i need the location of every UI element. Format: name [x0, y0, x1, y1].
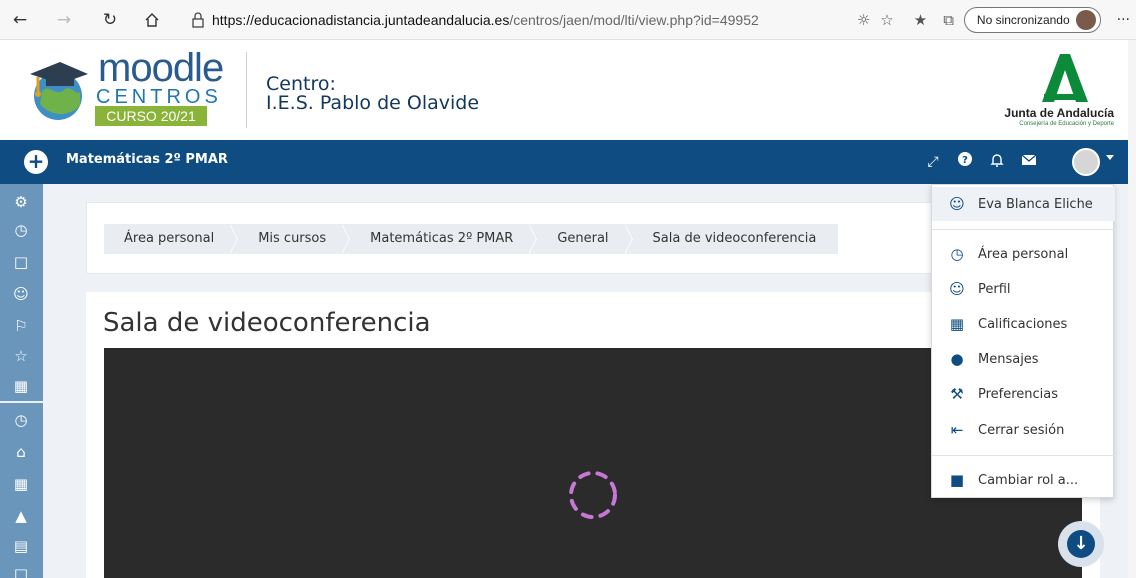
breadcrumb-separator	[623, 224, 633, 254]
wrench-icon: ⚒	[950, 385, 964, 403]
centro-label: Centro:	[266, 73, 336, 95]
sync-label: No sincronizando	[976, 13, 1070, 27]
folder-icon[interactable]: □	[10, 252, 32, 272]
menu-item-logout[interactable]: ⇤ Cerrar sesión	[932, 413, 1115, 447]
junta-subtitle: Consejería de Educación y Deporte	[1019, 121, 1114, 127]
files-icon[interactable]: ▤	[10, 536, 32, 556]
moodle-wordmark: moodle	[98, 46, 224, 90]
menu-divider	[932, 229, 1115, 230]
menu-item-dashboard[interactable]: ◷ Área personal	[932, 237, 1115, 271]
menu-item-label: Preferencias	[978, 386, 1059, 402]
tracking-icon[interactable]: ☼	[857, 11, 870, 29]
messages-icon[interactable]	[1018, 152, 1040, 172]
logout-icon: ⇤	[950, 421, 964, 439]
breadcrumb-separator	[229, 224, 239, 254]
folder-icon[interactable]: □	[10, 564, 32, 578]
left-drawer: ⚙ ◷ □ ☺ ⚐ ☆ ▦ ◷ ⌂ ▦ ▲ ▤ □	[0, 184, 43, 578]
expand-icon[interactable]: ⤢	[922, 152, 944, 172]
reload-icon[interactable]: ↻	[98, 8, 122, 32]
top-navbar: + Matemáticas 2º PMAR ⤢ ?	[0, 140, 1136, 184]
dashboard-icon[interactable]: ◷	[10, 410, 32, 430]
menu-item-label: Perfil	[978, 281, 1011, 297]
svg-text:?: ?	[962, 155, 968, 166]
breadcrumb-item[interactable]: General	[537, 224, 624, 254]
grades-icon: ▦	[949, 315, 965, 333]
navbar-course-title[interactable]: Matemáticas 2º PMAR	[66, 152, 228, 167]
url-path: /centros/jaen/mod/lti/view.php?id=49952	[509, 12, 759, 28]
lock-icon[interactable]	[186, 8, 210, 32]
breadcrumb-item[interactable]: Sala de videoconferencia	[633, 224, 839, 254]
arrow-down-icon: ↓	[1067, 530, 1095, 558]
junta-andalucia-logo-icon	[1042, 54, 1088, 102]
breadcrumb-item[interactable]: Mis cursos	[238, 224, 342, 254]
profile-sync-button[interactable]: No sincronizando	[963, 7, 1101, 33]
breadcrumb-separator	[341, 224, 351, 254]
user-menu-caret-icon[interactable]	[1106, 155, 1114, 160]
page-title: Sala de videoconferencia	[103, 308, 431, 338]
menu-divider	[932, 455, 1115, 456]
collections-icon[interactable]: ⧉	[943, 11, 954, 29]
menu-item-grades[interactable]: ▦ Calificaciones	[932, 307, 1115, 341]
scroll-down-button[interactable]: ↓	[1058, 521, 1104, 567]
browser-profile-avatar	[1075, 10, 1096, 30]
page-scrollbar[interactable]	[1128, 40, 1136, 578]
dashboard-icon: ◷	[950, 245, 964, 263]
home-icon[interactable]	[140, 8, 164, 32]
breadcrumb-item[interactable]: Matemáticas 2º PMAR	[350, 224, 529, 254]
menu-item-preferences[interactable]: ⚒ Preferencias	[932, 377, 1115, 411]
breadcrumb: Área personal Mis cursos Matemáticas 2º …	[104, 224, 839, 254]
favorite-add-icon[interactable]: ☆	[880, 11, 893, 29]
more-menu-icon[interactable]: ···	[1117, 12, 1130, 28]
course-year-badge: CURSO 20/21	[95, 106, 207, 126]
url-host: https://educacionadistancia.juntadeandal…	[212, 12, 510, 28]
header-divider	[246, 52, 247, 128]
participants-icon[interactable]: ☺	[10, 284, 32, 304]
junta-name: Junta de Andalucía	[1004, 106, 1114, 120]
favorites-icon[interactable]: ★	[914, 11, 927, 29]
moodle-logo-icon	[30, 62, 88, 120]
menu-item-label: Cerrar sesión	[978, 422, 1065, 438]
calendar-icon[interactable]: ▦	[10, 474, 32, 494]
competencies-icon[interactable]: ☆	[10, 346, 32, 366]
centros-wordmark: CENTROS	[96, 86, 222, 108]
user-name-label: Eva Blanca Eliche	[978, 196, 1093, 212]
menu-item-messages[interactable]: ● Mensajes	[932, 342, 1115, 376]
breadcrumb-item[interactable]: Área personal	[104, 224, 230, 254]
browser-actions: ☼ ☆ ★ ⧉ No sincronizando ···	[857, 6, 1130, 34]
user-avatar[interactable]	[1072, 148, 1100, 176]
centro-name: I.E.S. Pablo de Olavide	[266, 92, 480, 114]
clock-icon[interactable]: ◷	[10, 220, 32, 240]
menu-item-profile[interactable]: ☺ Perfil	[932, 272, 1115, 306]
back-icon[interactable]: ←	[8, 8, 32, 32]
notifications-icon[interactable]	[986, 152, 1008, 172]
forward-icon[interactable]: →	[52, 8, 76, 32]
help-icon[interactable]: ?	[954, 152, 976, 172]
address-bar[interactable]: https://educacionadistancia.juntadeandal…	[212, 8, 852, 32]
user-menu-dropdown: ☺ Eva Blanca Eliche ◷ Área personal ☺ Pe…	[931, 184, 1115, 498]
loading-spinner-icon	[569, 471, 617, 519]
drawer-divider	[0, 401, 43, 403]
menu-item-switch-role[interactable]: ■ Cambiar rol a...	[932, 463, 1115, 497]
breadcrumb-separator	[528, 224, 538, 254]
badges-icon[interactable]: ⚐	[10, 316, 32, 336]
user-secret-icon: ■	[949, 471, 965, 489]
drawer-toggle-button[interactable]: +	[24, 150, 48, 174]
home-icon[interactable]: ⌂	[10, 442, 32, 462]
menu-item-label: Mensajes	[978, 351, 1039, 367]
site-header: moodle CENTROS CURSO 20/21 Centro: I.E.S…	[0, 40, 1136, 140]
user-menu-name[interactable]: ☺ Eva Blanca Eliche	[932, 187, 1115, 221]
menu-item-label: Área personal	[978, 246, 1069, 262]
site-admin-icon[interactable]: ⚙	[10, 192, 32, 212]
menu-item-label: Cambiar rol a...	[978, 472, 1079, 488]
user-icon: ☺	[949, 195, 965, 213]
browser-toolbar: ← → ↻ https://educacionadistancia.juntad…	[0, 0, 1136, 40]
user-icon: ☺	[949, 280, 965, 298]
graduation-cap-icon[interactable]: ▲	[10, 506, 32, 526]
menu-item-label: Calificaciones	[978, 316, 1068, 332]
message-icon: ●	[950, 350, 964, 368]
gradebook-icon[interactable]: ▦	[10, 376, 32, 396]
